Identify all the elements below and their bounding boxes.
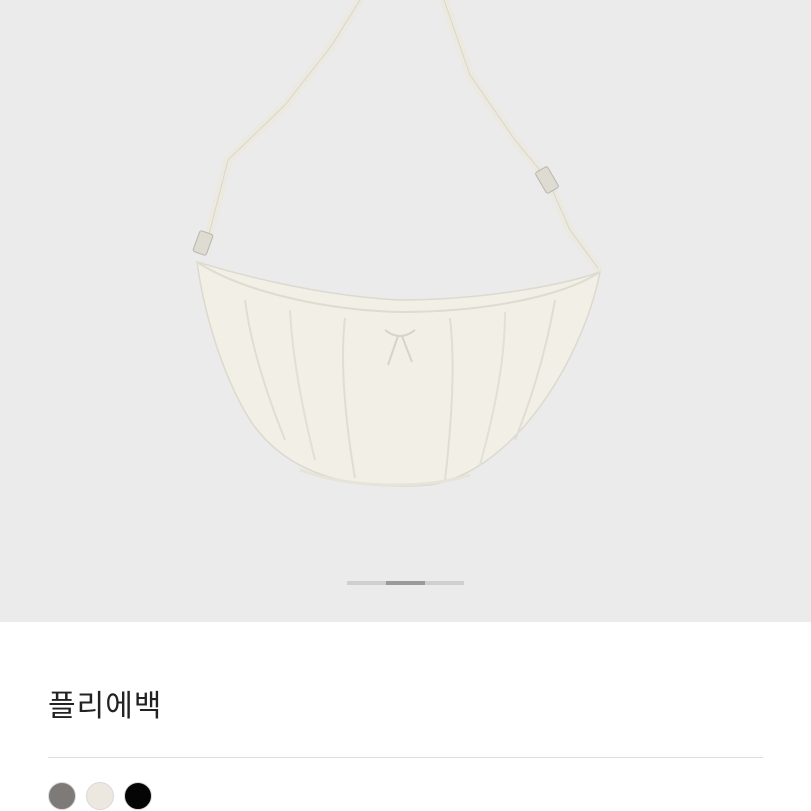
color-swatch-gray[interactable] [48,782,76,810]
product-page: 플리에백 [0,0,811,811]
carousel-indicator-segment[interactable] [347,581,386,585]
color-swatches [48,782,152,810]
product-info: 플리에백 [0,622,811,811]
carousel-indicator-segment-active[interactable] [386,581,425,585]
color-swatch-ivory[interactable] [86,782,114,810]
divider [48,757,763,758]
crescent-bag-image [192,0,603,487]
carousel-indicator-segment[interactable] [425,581,464,585]
carousel-indicator [347,581,464,585]
product-title: 플리에백 [48,689,163,724]
color-swatch-black[interactable] [124,782,152,810]
product-image-carousel[interactable] [0,0,811,622]
